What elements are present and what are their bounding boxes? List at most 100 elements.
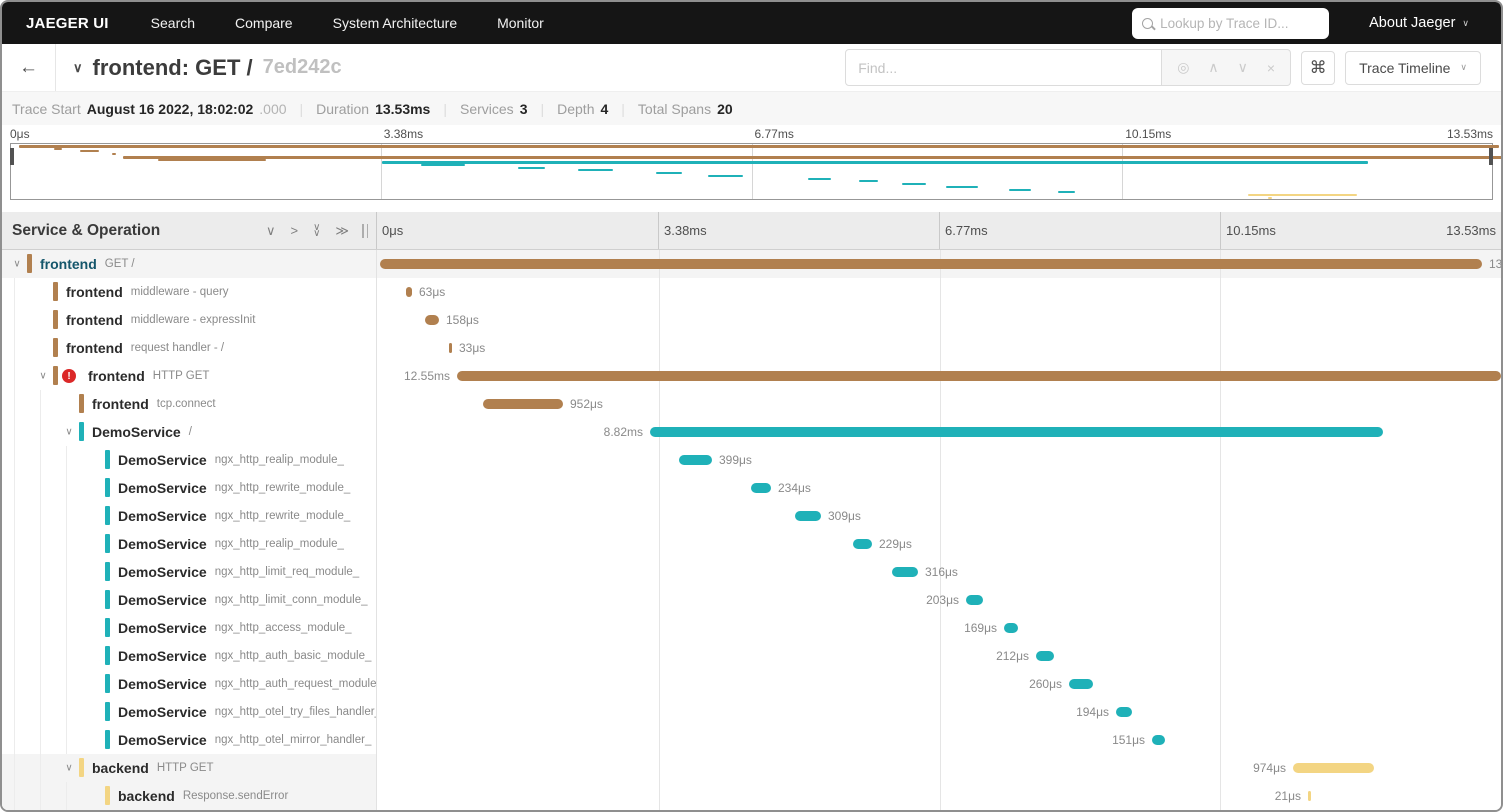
span-row-17[interactable]: DemoService ngx_http_otel_try_files_handl…	[2, 698, 1501, 726]
span-duration-bar[interactable]	[457, 371, 1501, 381]
span-row-left[interactable]: ∨ frontend GET /	[2, 250, 377, 278]
span-row-left[interactable]: DemoService ngx_http_realip_module_	[2, 530, 377, 558]
prev-match-icon[interactable]: ∧	[1208, 59, 1218, 76]
span-duration-bar[interactable]	[795, 511, 821, 521]
trace-view-select[interactable]: Trace Timeline ∨	[1345, 50, 1481, 85]
span-duration-bar[interactable]	[650, 427, 1383, 437]
row-chevron-down-icon[interactable]: ∨	[10, 259, 24, 270]
span-row-left[interactable]: backend Response.sendError	[2, 782, 377, 810]
span-row-11[interactable]: DemoService ngx_http_realip_module_ 229μs	[2, 530, 1501, 558]
span-timeline-cell[interactable]: 33μs	[377, 334, 1501, 362]
span-row-left[interactable]: frontend request handler - /	[2, 334, 377, 362]
focus-match-icon[interactable]: ◎	[1177, 59, 1189, 76]
trace-lookup-input[interactable]	[1160, 15, 1320, 31]
column-resizer[interactable]	[362, 223, 368, 238]
span-timeline-cell[interactable]: 212μs	[377, 642, 1501, 670]
span-duration-bar[interactable]	[406, 287, 412, 297]
span-row-1[interactable]: ∨ frontend GET / 13.53ms	[2, 250, 1501, 278]
span-row-6[interactable]: frontend tcp.connect 952μs	[2, 390, 1501, 418]
about-jaeger-menu[interactable]: About Jaeger ∨	[1369, 15, 1469, 31]
span-timeline-cell[interactable]: 229μs	[377, 530, 1501, 558]
nav-item-compare[interactable]: Compare	[215, 2, 313, 44]
row-chevron-down-icon[interactable]: ∨	[62, 763, 76, 774]
span-timeline-cell[interactable]: 169μs	[377, 614, 1501, 642]
span-row-left[interactable]: ∨! frontend HTTP GET	[2, 362, 377, 390]
span-row-left[interactable]: frontend middleware - query	[2, 278, 377, 306]
minimap-left-drag-handle[interactable]	[10, 148, 14, 165]
span-timeline-cell[interactable]: 13.53ms	[377, 250, 1501, 278]
span-timeline-cell[interactable]: 203μs	[377, 586, 1501, 614]
span-timeline-cell[interactable]: 12.55ms	[377, 362, 1501, 390]
collapse-one-icon[interactable]: ∨	[266, 223, 276, 239]
span-duration-bar[interactable]	[1308, 791, 1311, 801]
span-timeline-cell[interactable]: 399μs	[377, 446, 1501, 474]
span-timeline-cell[interactable]: 194μs	[377, 698, 1501, 726]
span-row-left[interactable]: DemoService ngx_http_realip_module_	[2, 446, 377, 474]
span-row-2[interactable]: frontend middleware - query 63μs	[2, 278, 1501, 306]
clear-find-icon[interactable]: ×	[1267, 60, 1275, 76]
span-duration-bar[interactable]	[1069, 679, 1093, 689]
span-row-left[interactable]: ∨ backend HTTP GET	[2, 754, 377, 782]
brand-jaeger-ui[interactable]: JAEGER UI	[26, 15, 109, 32]
minimap-right-drag-handle[interactable]	[1489, 148, 1493, 165]
span-row-16[interactable]: DemoService ngx_http_auth_request_module_…	[2, 670, 1501, 698]
span-row-left[interactable]: ∨ DemoService /	[2, 418, 377, 446]
span-row-8[interactable]: DemoService ngx_http_realip_module_ 399μs	[2, 446, 1501, 474]
span-row-left[interactable]: frontend tcp.connect	[2, 390, 377, 418]
span-row-4[interactable]: frontend request handler - / 33μs	[2, 334, 1501, 362]
span-row-14[interactable]: DemoService ngx_http_access_module_ 169μs	[2, 614, 1501, 642]
expand-all-icon[interactable]: ≫	[335, 223, 349, 239]
nav-item-monitor[interactable]: Monitor	[477, 2, 564, 44]
span-duration-bar[interactable]	[483, 399, 563, 409]
span-duration-bar[interactable]	[1036, 651, 1054, 661]
span-timeline-cell[interactable]: 316μs	[377, 558, 1501, 586]
span-timeline-cell[interactable]: 952μs	[377, 390, 1501, 418]
span-row-12[interactable]: DemoService ngx_http_limit_req_module_ 316…	[2, 558, 1501, 586]
span-row-left[interactable]: DemoService ngx_http_otel_try_files_handl…	[2, 698, 377, 726]
span-timeline-cell[interactable]: 260μs	[377, 670, 1501, 698]
span-row-5[interactable]: ∨! frontend HTTP GET 12.55ms	[2, 362, 1501, 390]
minimap-canvas[interactable]	[10, 143, 1501, 200]
collapse-title-chevron-icon[interactable]: ∨	[73, 60, 83, 76]
back-button[interactable]: ←	[2, 44, 56, 91]
span-duration-bar[interactable]	[679, 455, 712, 465]
collapse-all-icon[interactable]: ∨ ∨	[313, 223, 320, 238]
span-duration-bar[interactable]	[425, 315, 439, 325]
span-timeline-cell[interactable]: 63μs	[377, 278, 1501, 306]
span-duration-bar[interactable]	[892, 567, 918, 577]
row-chevron-down-icon[interactable]: ∨	[36, 371, 50, 382]
span-duration-bar[interactable]	[449, 343, 452, 353]
span-row-13[interactable]: DemoService ngx_http_limit_conn_module_ 20…	[2, 586, 1501, 614]
span-duration-bar[interactable]	[380, 259, 1482, 269]
span-row-left[interactable]: DemoService ngx_http_rewrite_module_	[2, 474, 377, 502]
span-timeline-cell[interactable]: 151μs	[377, 726, 1501, 754]
span-duration-bar[interactable]	[853, 539, 872, 549]
keyboard-shortcuts-button[interactable]: ⌘	[1301, 50, 1336, 85]
span-timeline-cell[interactable]: 234μs	[377, 474, 1501, 502]
span-row-19[interactable]: ∨ backend HTTP GET 974μs	[2, 754, 1501, 782]
span-row-20[interactable]: backend Response.sendError 21μs	[2, 782, 1501, 810]
span-timeline-cell[interactable]: 309μs	[377, 502, 1501, 530]
span-duration-bar[interactable]	[1116, 707, 1132, 717]
span-timeline-cell[interactable]: 21μs	[377, 782, 1501, 810]
span-timeline-cell[interactable]: 8.82ms	[377, 418, 1501, 446]
nav-item-search[interactable]: Search	[131, 2, 215, 44]
span-duration-bar[interactable]	[1293, 763, 1374, 773]
find-input[interactable]	[845, 49, 1163, 86]
span-timeline-cell[interactable]: 974μs	[377, 754, 1501, 782]
span-row-3[interactable]: frontend middleware - expressInit 158μs	[2, 306, 1501, 334]
next-match-icon[interactable]: ∨	[1238, 59, 1248, 76]
span-row-18[interactable]: DemoService ngx_http_otel_mirror_handler_…	[2, 726, 1501, 754]
span-row-9[interactable]: DemoService ngx_http_rewrite_module_ 234μs	[2, 474, 1501, 502]
span-row-left[interactable]: DemoService ngx_http_auth_basic_module_	[2, 642, 377, 670]
span-row-left[interactable]: DemoService ngx_http_auth_request_module_	[2, 670, 377, 698]
span-row-left[interactable]: frontend middleware - expressInit	[2, 306, 377, 334]
span-duration-bar[interactable]	[751, 483, 771, 493]
span-timeline-cell[interactable]: 158μs	[377, 306, 1501, 334]
span-duration-bar[interactable]	[1152, 735, 1165, 745]
span-row-15[interactable]: DemoService ngx_http_auth_basic_module_ 21…	[2, 642, 1501, 670]
span-row-left[interactable]: DemoService ngx_http_access_module_	[2, 614, 377, 642]
expand-one-icon[interactable]: >	[290, 223, 298, 238]
span-row-left[interactable]: DemoService ngx_http_limit_conn_module_	[2, 586, 377, 614]
span-duration-bar[interactable]	[966, 595, 983, 605]
